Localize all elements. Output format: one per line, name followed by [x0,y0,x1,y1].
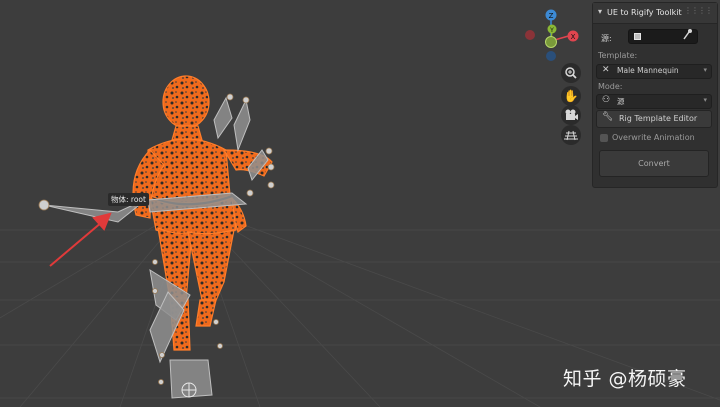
gizmo-neg-z-axis [546,51,556,61]
hand-pan-icon[interactable]: ✋ [561,86,581,106]
chevron-down-icon: ▾ [703,66,707,74]
camera-icon[interactable] [561,105,581,125]
panel-header[interactable]: ▾ UE to Rigify Toolkit ⋮⋮⋮⋮ [593,3,717,24]
grid-view-icon[interactable] [561,125,581,145]
drag-grip-icon[interactable]: ⋮⋮⋮⋮ [684,6,713,15]
user-icon: ⚇ [602,95,611,105]
mode-label: Mode: [598,82,623,91]
mode-value: 源 [617,97,625,106]
gizmo-neg-y-axis [545,36,557,48]
collapse-chevron-icon[interactable]: ▾ [598,7,602,16]
object-icon [634,33,641,40]
panel-title: UE to Rigify Toolkit [607,8,682,17]
wrench-icon: 🔧︎ [602,112,614,122]
mode-dropdown[interactable]: ⚇ 源 ▾ [596,94,712,109]
eyedropper-icon[interactable] [682,28,692,43]
overwrite-animation-checkbox[interactable] [600,134,608,142]
gizmo-y-label: Y [549,27,554,34]
template-dropdown[interactable]: ✕ Male Mannequin ▾ [596,64,712,79]
armature-bones [43,96,269,399]
source-label: 源: [601,34,612,43]
zoom-icon[interactable] [561,63,581,83]
overwrite-animation-label: Overwrite Animation [612,133,695,142]
watermark: 知乎 @杨硕豪 [563,368,687,390]
gizmo-neg-x-axis [525,30,535,40]
rig-template-editor-button[interactable]: 🔧︎ Rig Template Editor [596,110,712,128]
convert-label: Convert [638,159,670,168]
chevron-down-icon: ▾ [703,96,707,104]
gizmo-x-label: X [571,33,576,41]
rig-template-editor-label: Rig Template Editor [619,114,698,123]
template-value: Male Mannequin [617,66,679,75]
armature-icon: ✕ [602,65,610,75]
gizmo-z-label: Z [549,12,554,20]
3d-viewport[interactable]: 物体: root Z Y X ✋ ▾ UE to Rigify Toolkit … [0,0,720,407]
template-label: Template: [598,51,638,60]
navigation-gizmo[interactable]: Z Y X [522,8,584,64]
object-tooltip: 物体: root [108,193,149,206]
convert-button[interactable]: Convert [599,150,709,177]
object-origin [181,382,197,398]
